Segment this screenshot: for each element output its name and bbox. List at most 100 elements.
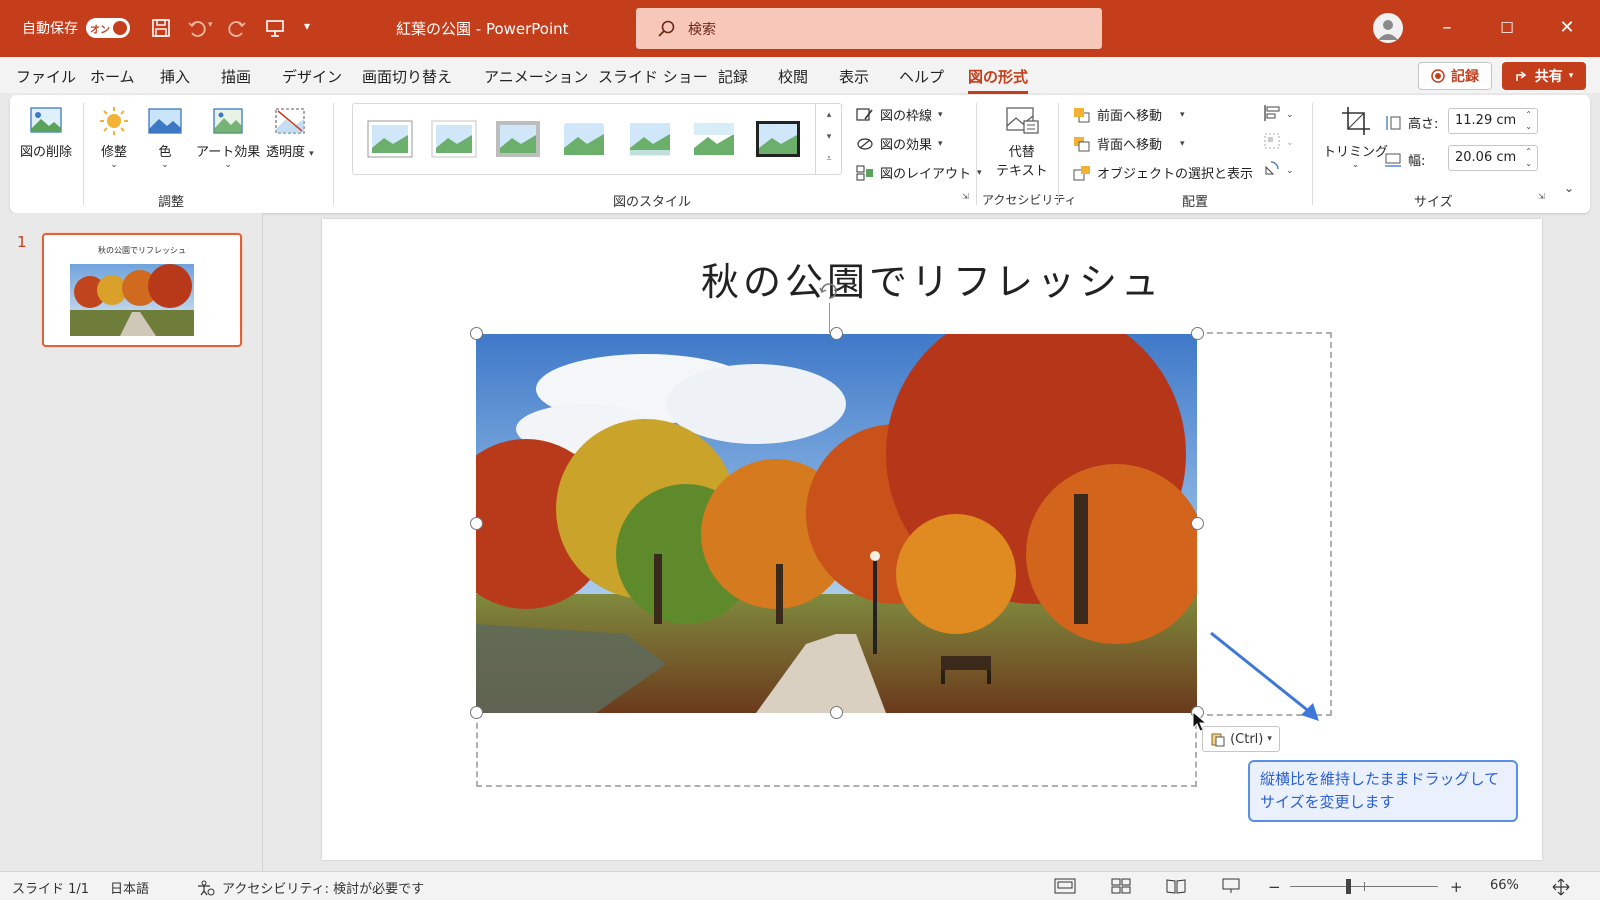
width-input[interactable]: 20.06 cm ⌃ ⌄ [1448,145,1538,171]
record-button[interactable]: 記録 [1418,62,1492,90]
resize-handle-top[interactable] [830,327,843,340]
tab-draw[interactable]: 描画 [221,66,251,87]
redo-icon[interactable] [226,17,248,39]
tab-slideshow[interactable]: スライド ショー [598,66,708,87]
share-button[interactable]: 共有 ▾ [1502,62,1586,90]
autosave-control[interactable]: 自動保存 オン [22,18,130,38]
picture-styles-gallery[interactable]: ▴ ▾ ⩡ [352,103,842,175]
tab-file[interactable]: ファイル [16,66,76,87]
tab-record[interactable]: 記録 [718,66,748,87]
tab-transitions[interactable]: 画面切り替え [362,66,452,87]
corrections-button[interactable]: 修整 ⌄ [96,105,132,170]
resize-handle-left[interactable] [470,517,483,530]
width-control: 幅: [1384,150,1425,169]
fit-to-window-icon[interactable] [1550,878,1572,896]
slide-counter: スライド 1/1 [12,882,90,897]
width-spinner-icon[interactable]: ⌃ ⌄ [1525,146,1532,170]
remove-background-button[interactable]: 図の削除 [20,105,72,160]
drag-direction-arrow [1210,631,1319,721]
color-button[interactable]: 色 ⌄ [147,105,183,170]
picture-layout-button[interactable]: 図のレイアウト ▾ [856,163,982,182]
search-box[interactable]: 検索 [636,8,1102,49]
picture-effects-button[interactable]: 図の効果 ▾ [856,134,943,153]
resize-handle-bottom[interactable] [830,706,843,719]
crop-button[interactable]: トリミング ⌄ [1323,105,1388,170]
slide-thumbnail[interactable]: 秋の公園でリフレッシュ [42,233,242,347]
zoom-level[interactable]: 66% [1490,878,1519,893]
slide-sorter-icon[interactable] [1110,878,1132,894]
artistic-effects-icon [213,108,243,134]
tab-picture-format[interactable]: 図の形式 [968,66,1029,94]
bring-forward-button[interactable]: 前面へ移動 ▾ [1073,105,1185,124]
group-label-adjust: 調整 [158,195,185,210]
customize-qat-icon[interactable]: ▾ [304,19,326,41]
resize-handle-top-left[interactable] [470,327,483,340]
artistic-effects-button[interactable]: アート効果 ⌄ [196,105,260,170]
autosave-toggle[interactable]: オン [86,18,130,38]
zoom-out-icon[interactable]: − [1268,878,1281,896]
height-input[interactable]: 11.29 cm ⌃ ⌄ [1448,108,1538,134]
tab-help[interactable]: ヘルプ [899,66,944,87]
share-label: 共有 [1534,69,1563,85]
accessibility-status[interactable]: アクセシビリティ: 検討が必要です [196,878,424,897]
width-label: 幅: [1408,154,1426,169]
close-icon[interactable]: ✕ [1555,16,1579,40]
account-avatar[interactable] [1373,13,1403,43]
rotate-icon[interactable]: ⌄ [1262,159,1296,179]
picture-border-button[interactable]: 図の枠線 ▾ [856,105,943,124]
style-thumbnail[interactable] [561,120,607,158]
save-icon[interactable] [150,17,172,39]
language-indicator[interactable]: 日本語 [110,878,149,897]
height-spinner-icon[interactable]: ⌃ ⌄ [1525,109,1532,133]
alt-text-button[interactable]: 代替 テキスト [996,105,1048,179]
maximize-icon[interactable]: ☐ [1495,16,1519,40]
document-title: 紅葉の公園 - PowerPoint [396,20,569,38]
style-thumbnail[interactable] [495,120,541,158]
slideshow-view-icon[interactable] [1220,878,1242,894]
slide-title[interactable]: 秋の公園でリフレッシュ [322,251,1542,306]
dialog-launcher-icon[interactable]: ⇲ [962,192,969,201]
tab-home[interactable]: ホーム [90,66,135,87]
zoom-in-icon[interactable]: + [1450,878,1463,896]
tab-design[interactable]: デザイン [282,66,342,87]
gallery-scroll[interactable]: ▴ ▾ ⩡ [815,104,842,174]
selection-pane-button[interactable]: オブジェクトの選択と表示 [1073,163,1253,182]
tab-review[interactable]: 校閲 [778,66,808,87]
resize-handle-right[interactable] [1191,517,1204,530]
picture-effects-icon [857,137,873,150]
transparency-button[interactable]: 透明度 ▾ [266,105,314,160]
align-icon[interactable]: ⌄ [1262,103,1296,123]
crop-icon [1341,107,1370,135]
normal-view-icon[interactable] [1054,878,1076,894]
resize-handle-bottom-left[interactable] [470,706,483,719]
alt-text-label-2: テキスト [996,164,1048,179]
tab-animations[interactable]: アニメーション [484,66,588,87]
autumn-park-image[interactable] [476,334,1197,713]
tab-view[interactable]: 表示 [839,66,869,87]
group-objects-icon[interactable]: ⌄ [1262,131,1296,151]
zoom-slider-thumb[interactable] [1346,879,1351,894]
style-thumbnail[interactable] [691,120,737,158]
style-thumbnail[interactable] [367,120,413,158]
undo-icon[interactable] [186,17,208,39]
style-thumbnail[interactable] [755,120,801,158]
picture-effects-label: 図の効果 [880,138,933,153]
chevron-down-icon: ⌄ [1351,160,1360,170]
reading-view-icon[interactable] [1165,878,1187,894]
resize-handle-top-right[interactable] [1191,327,1204,340]
slide-canvas[interactable]: 秋の公園でリフレッシュ (Ctrl) ▾ 縦横比を維持したままドラッグしてサイズを [322,219,1542,860]
size-dialog-launcher-icon[interactable]: ⇲ [1538,192,1545,201]
style-thumbnail[interactable] [431,120,477,158]
present-icon[interactable] [264,17,286,39]
send-backward-button[interactable]: 背面へ移動 ▾ [1073,134,1185,153]
paste-options-button[interactable]: (Ctrl) ▾ [1202,726,1280,752]
record-icon [1431,69,1445,83]
group-label-styles: 図のスタイル [613,195,692,210]
minimize-icon[interactable]: – [1435,16,1459,40]
collapse-ribbon-icon[interactable]: ⌄ [1564,181,1574,195]
tab-insert[interactable]: 挿入 [160,66,190,87]
transparency-icon [275,108,305,134]
rotate-handle-icon[interactable] [817,279,841,303]
paste-options-label: (Ctrl) [1230,731,1264,747]
style-thumbnail[interactable] [627,120,673,158]
